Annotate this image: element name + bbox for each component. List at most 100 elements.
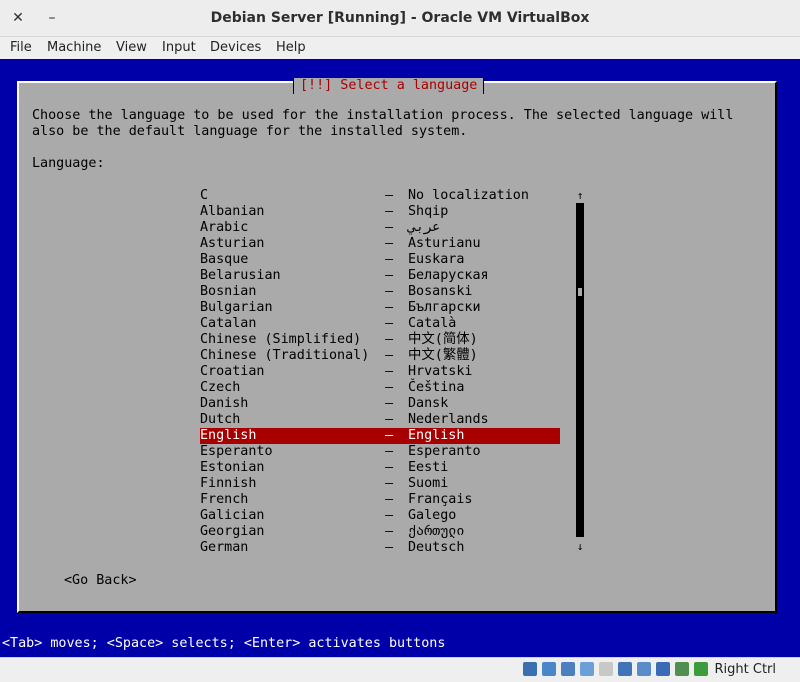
language-option[interactable]: Belarusian – Беларуская bbox=[200, 268, 560, 284]
language-option[interactable]: Catalan – Català bbox=[200, 316, 560, 332]
language-native-name: 中文(简体) bbox=[408, 332, 478, 347]
language-separator: – bbox=[385, 444, 394, 459]
language-option[interactable]: Finnish – Suomi bbox=[200, 476, 560, 492]
language-separator: – bbox=[385, 332, 394, 347]
language-separator: – bbox=[385, 492, 394, 507]
language-name: Bosnian bbox=[200, 284, 257, 299]
language-name: Galician bbox=[200, 508, 265, 523]
language-native-name: Euskara bbox=[408, 252, 465, 267]
language-native-name: Deutsch bbox=[408, 540, 465, 555]
language-native-name: Català bbox=[408, 316, 457, 331]
language-option[interactable]: Georgian – ქართული bbox=[200, 524, 560, 540]
language-name: Basque bbox=[200, 252, 249, 267]
dialog-description-line-2: also be the default language for the ins… bbox=[32, 124, 468, 139]
language-separator: – bbox=[385, 236, 394, 251]
language-separator: – bbox=[385, 188, 394, 203]
language-name: Bulgarian bbox=[200, 300, 273, 315]
language-name: Esperanto bbox=[200, 444, 273, 459]
menubar: File Machine View Input Devices Help bbox=[0, 37, 800, 59]
vt-x-icon[interactable] bbox=[656, 662, 670, 676]
dialog-title: [!!] Select a language bbox=[293, 78, 485, 94]
language-option[interactable]: French – Français bbox=[200, 492, 560, 508]
language-name: Georgian bbox=[200, 524, 265, 539]
go-back-button[interactable]: <Go Back> bbox=[64, 573, 137, 589]
language-list-scrollbar[interactable] bbox=[576, 203, 584, 537]
language-separator: – bbox=[385, 364, 394, 379]
language-option[interactable]: C – No localization bbox=[200, 188, 560, 204]
language-option[interactable]: Czech – Čeština bbox=[200, 380, 560, 396]
video-capture-icon[interactable] bbox=[637, 662, 651, 676]
language-option[interactable]: Asturian – Asturianu bbox=[200, 236, 560, 252]
menu-view[interactable]: View bbox=[116, 37, 147, 59]
scroll-down-icon[interactable]: ↓ bbox=[575, 541, 585, 553]
language-name: Arabic bbox=[200, 220, 249, 235]
language-native-name: Dansk bbox=[408, 396, 449, 411]
language-native-name: Shqip bbox=[408, 204, 449, 219]
dialog-description-line-1: Choose the language to be used for the i… bbox=[32, 108, 734, 123]
scrollbar-thumb[interactable] bbox=[578, 288, 582, 296]
language-name: Czech bbox=[200, 380, 241, 395]
language-native-name: Esperanto bbox=[408, 444, 481, 459]
language-option[interactable]: Albanian – Shqip bbox=[200, 204, 560, 220]
language-option[interactable]: Chinese (Traditional) – 中文(繁體) bbox=[200, 348, 560, 364]
menu-file[interactable]: File bbox=[10, 37, 32, 59]
language-native-name: ქართული bbox=[408, 524, 465, 539]
language-separator: – bbox=[385, 204, 394, 219]
language-separator: – bbox=[385, 300, 394, 315]
language-separator: – bbox=[385, 460, 394, 475]
window-title: Debian Server [Running] - Oracle VM Virt… bbox=[210, 10, 590, 26]
language-option[interactable]: Croatian – Hrvatski bbox=[200, 364, 560, 380]
network-icon[interactable] bbox=[561, 662, 575, 676]
language-separator: – bbox=[385, 268, 394, 283]
language-separator: – bbox=[385, 428, 394, 443]
language-name: Albanian bbox=[200, 204, 265, 219]
host-key-label: Right Ctrl bbox=[714, 662, 777, 677]
language-separator: – bbox=[385, 380, 394, 395]
language-separator: – bbox=[385, 396, 394, 411]
menu-help[interactable]: Help bbox=[276, 37, 306, 59]
language-native-name: Eesti bbox=[408, 460, 449, 475]
language-option[interactable]: German – Deutsch bbox=[200, 540, 560, 556]
language-option[interactable]: Danish – Dansk bbox=[200, 396, 560, 412]
usb-icon[interactable] bbox=[580, 662, 594, 676]
hard-disk-icon[interactable] bbox=[523, 662, 537, 676]
menu-machine[interactable]: Machine bbox=[47, 37, 101, 59]
language-option[interactable]: Estonian – Eesti bbox=[200, 460, 560, 476]
language-separator: – bbox=[385, 284, 394, 299]
language-native-name: 中文(繁體) bbox=[408, 348, 478, 363]
language-name: Belarusian bbox=[200, 268, 281, 283]
mouse-integration-icon[interactable] bbox=[675, 662, 689, 676]
language-name: English bbox=[200, 428, 257, 443]
language-name: Catalan bbox=[200, 316, 257, 331]
shared-folders-icon[interactable] bbox=[599, 662, 613, 676]
language-separator: – bbox=[385, 316, 394, 331]
language-option[interactable]: Dutch – Nederlands bbox=[200, 412, 560, 428]
language-native-name: English bbox=[408, 428, 465, 443]
window-titlebar: ✕ – Debian Server [Running] - Oracle VM … bbox=[0, 0, 800, 37]
language-name: Croatian bbox=[200, 364, 265, 379]
language-name: Chinese (Traditional) bbox=[200, 348, 370, 363]
language-option[interactable]: Bulgarian – Български bbox=[200, 300, 560, 316]
language-option[interactable]: Esperanto – Esperanto bbox=[200, 444, 560, 460]
language-name: Asturian bbox=[200, 236, 265, 251]
language-native-name: No localization bbox=[408, 188, 529, 203]
language-name: French bbox=[200, 492, 249, 507]
language-separator: – bbox=[385, 476, 394, 491]
scroll-up-icon[interactable]: ↑ bbox=[575, 190, 585, 202]
language-option[interactable]: English – English bbox=[200, 428, 560, 444]
language-separator: – bbox=[385, 508, 394, 523]
language-option[interactable]: Galician – Galego bbox=[200, 508, 560, 524]
language-option[interactable]: Chinese (Simplified) – 中文(简体) bbox=[200, 332, 560, 348]
optical-drive-icon[interactable] bbox=[542, 662, 556, 676]
menu-devices[interactable]: Devices bbox=[210, 37, 261, 59]
language-native-name: Български bbox=[408, 300, 481, 315]
language-separator: – bbox=[385, 412, 394, 427]
language-separator: – bbox=[385, 348, 394, 363]
guest-additions-icon[interactable] bbox=[694, 662, 708, 676]
language-option[interactable]: Basque – Euskara bbox=[200, 252, 560, 268]
display-icon[interactable] bbox=[618, 662, 632, 676]
language-option[interactable]: Arabic – عربي bbox=[200, 220, 560, 236]
menu-input[interactable]: Input bbox=[162, 37, 196, 59]
language-option[interactable]: Bosnian – Bosanski bbox=[200, 284, 560, 300]
language-native-name: Bosanski bbox=[408, 284, 473, 299]
